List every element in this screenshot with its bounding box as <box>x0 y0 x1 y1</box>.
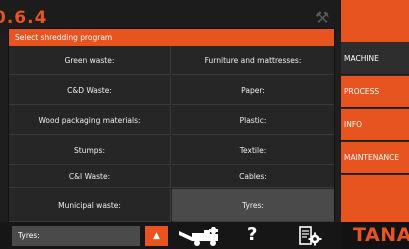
tab-machine[interactable]: MACHINE <box>341 43 409 75</box>
program-tyres[interactable]: Tyres: <box>172 189 334 222</box>
brand-logo: TANA <box>353 224 409 246</box>
help-icon[interactable]: ? <box>247 224 257 245</box>
sidebar-header <box>341 0 409 42</box>
machine-icon[interactable] <box>178 225 222 247</box>
tab-maintenance[interactable]: MAINTENANCE <box>341 142 409 174</box>
sidebar: MACHINE PROCESS INFO MAINTENANCE TANA <box>341 0 409 249</box>
program-wood-packaging[interactable]: Wood packaging materials: <box>9 106 171 135</box>
wrench-icon: ⚒ <box>315 8 330 27</box>
program-green-waste[interactable]: Green waste: <box>9 46 171 75</box>
sidebar-filler <box>341 175 409 222</box>
dialog-title: Select shredding program <box>9 29 334 46</box>
settings-icon[interactable] <box>298 225 322 247</box>
program-cables[interactable]: Cables: <box>172 166 334 188</box>
current-program-field[interactable]: Tyres: <box>12 226 140 246</box>
program-textile[interactable]: Textile: <box>172 136 334 165</box>
tab-info[interactable]: INFO <box>341 109 409 141</box>
chevron-up-icon[interactable]: ▲ <box>145 226 168 246</box>
program-paper[interactable]: Paper: <box>172 76 334 105</box>
program-ci-waste[interactable]: C&I Waste: <box>9 166 171 188</box>
status-digits: 0.6.4 <box>0 8 48 28</box>
program-furniture-mattresses[interactable]: Furniture and mattresses: <box>172 46 334 75</box>
program-plastic[interactable]: Plastic: <box>172 106 334 135</box>
program-municipal-waste[interactable]: Municipal waste: <box>9 189 171 222</box>
program-cd-waste[interactable]: C&D Waste: <box>9 76 171 105</box>
shredding-program-dialog: Select shredding program Green waste: Fu… <box>8 28 335 222</box>
program-stumps[interactable]: Stumps: <box>9 136 171 165</box>
tab-process[interactable]: PROCESS <box>341 76 409 108</box>
